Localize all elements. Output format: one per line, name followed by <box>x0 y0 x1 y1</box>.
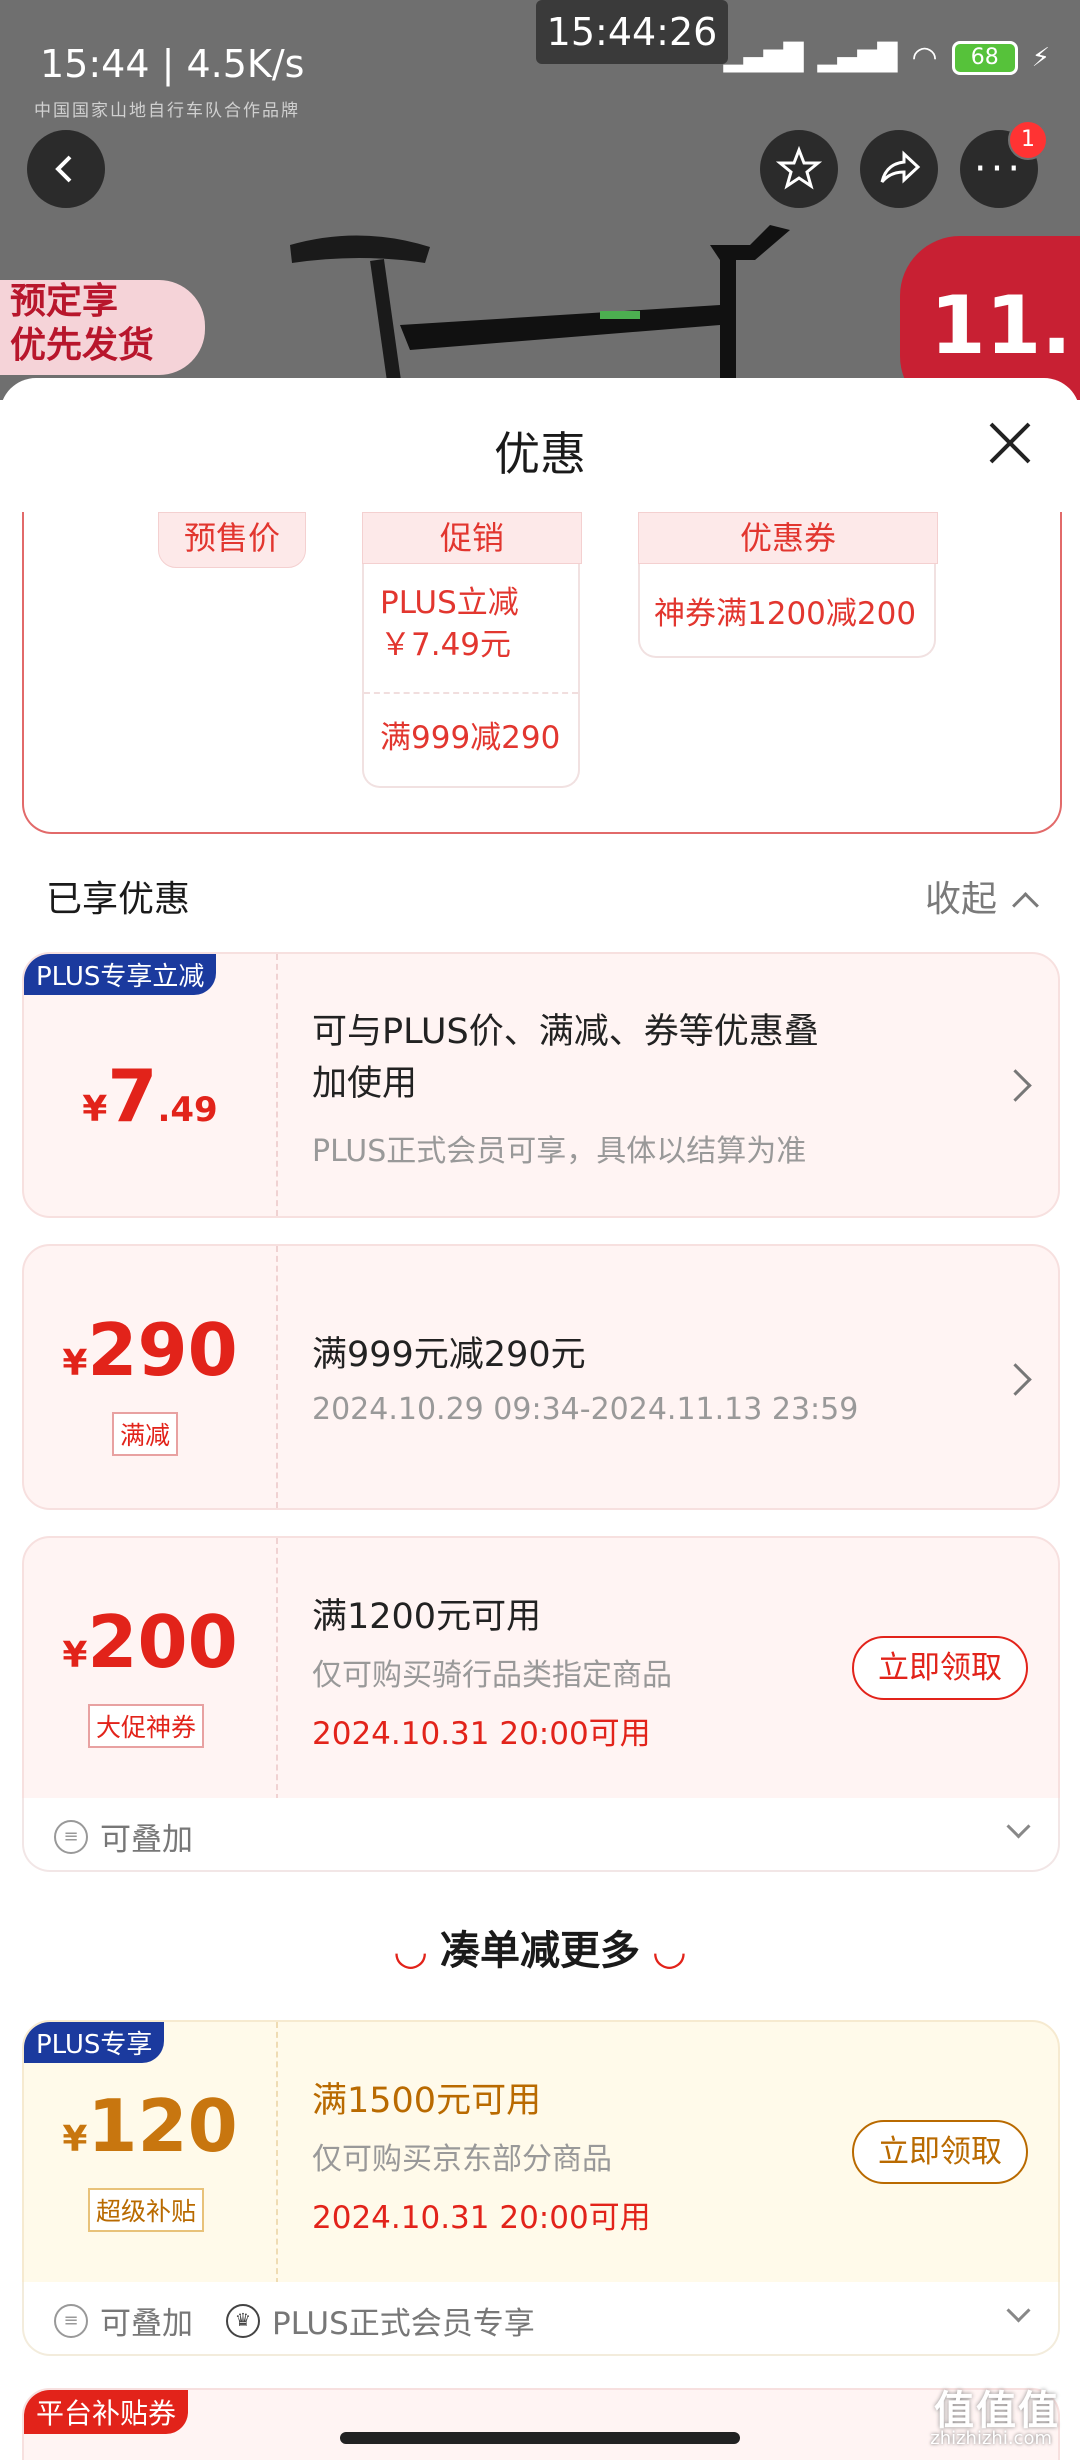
chevron-down-icon <box>1006 1814 1031 1839</box>
stackable-label: 可叠加 <box>54 2298 193 2343</box>
platform-subsidy-badge: 平台补贴券 <box>24 2390 189 2434</box>
discount-amount: ¥290 <box>62 1308 238 1392</box>
preorder-tag: 预定享 优先发货 <box>0 280 205 375</box>
promo-item-fullcut: 满999减290 <box>380 720 561 756</box>
notification-badge: 1 <box>1008 120 1048 160</box>
star-icon <box>776 146 822 190</box>
section-title: 已享优惠 <box>46 879 191 920</box>
coin-icon <box>54 1819 88 1854</box>
coupon-chip-header: 优惠券 <box>638 512 938 564</box>
card-subtitle: 仅可购买骑行品类指定商品 <box>312 1658 672 1693</box>
discount-amount: ¥7.49 <box>82 1054 218 1138</box>
double-eleven-logo: 11.11 <box>900 236 1080 400</box>
share-icon <box>880 150 921 184</box>
sheet-title: 优惠 <box>494 427 586 481</box>
card-title: 满999元减290元 <box>312 1335 586 1375</box>
discount-amount: ¥120 <box>62 2084 238 2168</box>
favorite-button[interactable] <box>760 130 838 208</box>
crown-icon: ♛ <box>226 2303 260 2338</box>
available-date: 2024.10.31 20:00可用 <box>312 1716 651 1752</box>
coupon-item: 神券满1200减200 <box>654 596 917 632</box>
promo-chip-header: 促销 <box>362 512 582 564</box>
card-title: 可与PLUS价、满减、券等优惠叠 加使用 <box>312 1012 819 1104</box>
stackable-label: 可叠加 <box>54 1814 193 1859</box>
wifi-icon: ◠ <box>911 40 938 75</box>
status-bar: 15:44 | 4.5K/s 15:44:26 中国国家山地自行车队合作品牌 ▂… <box>0 0 1080 121</box>
fullcut-tag: 满减 <box>112 1412 179 1456</box>
clock-overlay: 15:44:26 <box>536 0 728 64</box>
available-date: 2024.10.31 20:00可用 <box>312 2200 651 2236</box>
plus-badge: PLUS专享 <box>24 2022 165 2063</box>
signal-icon: ▂▄▆█ <box>723 42 804 73</box>
chevron-right-icon <box>999 1069 1032 1102</box>
chevron-down-icon <box>1006 2298 1031 2323</box>
home-indicator[interactable] <box>340 2432 740 2444</box>
chevron-right-icon <box>999 1363 1032 1396</box>
plus-subsidy-card[interactable]: PLUS专享 ¥120 超级补贴 满1500元可用 仅可购买京东部分商品 202… <box>22 2020 1060 2286</box>
card-subtitle: PLUS正式会员可享，具体以结算为准 <box>312 1134 807 1169</box>
platform-subsidy-card[interactable]: 平台补贴券 <box>22 2388 1060 2460</box>
card-subtitle: 仅可购买京东部分商品 <box>312 2142 612 2177</box>
card-subtitle: 2024.10.29 09:34-2024.11.13 23:59 <box>312 1392 859 1427</box>
claim-button[interactable]: 立即领取 <box>852 2120 1028 2184</box>
card-title: 满1500元可用 <box>312 2081 542 2121</box>
super-subsidy-tag: 超级补贴 <box>88 2188 205 2232</box>
plus-discount-card[interactable]: PLUS专享立减 ¥7.49 可与PLUS价、满减、券等优惠叠 加使用 PLUS… <box>22 952 1060 1218</box>
signal-icon: ▂▄▆█ <box>817 42 898 73</box>
back-button[interactable] <box>27 130 105 208</box>
collapse-toggle[interactable]: 收起 <box>925 870 1040 922</box>
smile-icon: ◡ <box>395 1928 427 1974</box>
more-button[interactable]: ··· 1 <box>960 120 1048 208</box>
battery-icon: 68 <box>951 40 1018 75</box>
promo-item-plus: PLUS立减 ￥7.49元 <box>380 585 519 663</box>
status-time: 15:44 | 4.5K/s <box>40 42 305 86</box>
close-icon[interactable] <box>985 418 1035 468</box>
site-watermark-url: zhizhizhi.com <box>930 2428 1052 2449</box>
coupon-card[interactable]: ¥200 大促神券 满1200元可用 仅可购买骑行品类指定商品 2024.10.… <box>22 1536 1060 1802</box>
chevron-left-icon <box>55 155 72 183</box>
share-button[interactable] <box>860 130 938 208</box>
bicycle-image <box>290 225 790 395</box>
stackable-row[interactable]: 可叠加 ♛PLUS正式会员专享 <box>22 2282 1060 2356</box>
smile-icon: ◡ <box>653 1928 685 1974</box>
coupon-chip-body: 神券满1200减200 <box>638 564 936 658</box>
plus-badge: PLUS专享立减 <box>24 954 217 995</box>
discount-sheet: 优惠 预售价 促销 PLUS立减 ￥7.49元 满999减290 优惠券 神券满… <box>0 378 1080 2460</box>
fullcut-card[interactable]: ¥290 满减 满999元减290元 2024.10.29 09:34-2024… <box>22 1244 1060 1510</box>
plus-member-note: ♛ PLUS正式会员专享 <box>226 2298 535 2343</box>
card-title: 满1200元可用 <box>312 1597 542 1637</box>
charging-icon: ⚡ <box>1031 42 1050 73</box>
discount-amount: ¥200 <box>62 1600 238 1684</box>
promo-chip-body: PLUS立减 ￥7.49元 满999减290 <box>362 564 580 788</box>
big-coupon-tag: 大促神券 <box>88 1704 205 1748</box>
status-icons: ▂▄▆█ ▂▄▆█ ◠ 68 ⚡ <box>724 40 1050 75</box>
chevron-up-icon <box>1012 892 1040 919</box>
claim-button[interactable]: 立即领取 <box>852 1636 1028 1700</box>
presale-chip: 预售价 <box>158 512 306 568</box>
coin-icon <box>54 2303 88 2338</box>
brand-tagline: 中国国家山地自行车队合作品牌 <box>34 101 300 121</box>
more-section-title: ◡ 凑单减更多 ◡ <box>395 1928 685 1974</box>
stackable-row[interactable]: 可叠加 <box>22 1798 1060 1872</box>
